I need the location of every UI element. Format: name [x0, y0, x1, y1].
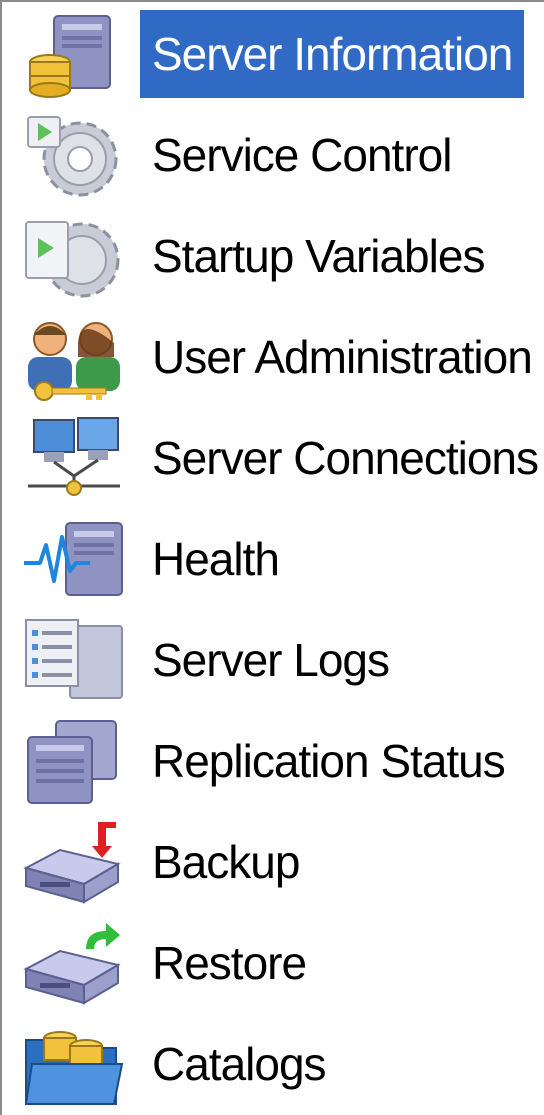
nav-item-label: User Administration: [152, 331, 533, 383]
server-database-icon: [20, 10, 128, 100]
nav-item-label: Service Control: [152, 129, 452, 181]
nav-item-restore[interactable]: Restore: [2, 911, 544, 1012]
nav-item-label: Restore: [152, 937, 307, 989]
nav-item-label: Startup Variables: [152, 230, 485, 282]
network-computers-icon: [20, 414, 128, 504]
restore-drive-icon: [20, 919, 128, 1009]
users-key-icon: [20, 313, 128, 403]
nav-item-startup-variables[interactable]: Startup Variables: [2, 204, 544, 305]
nav-item-server-logs[interactable]: Server Logs: [2, 608, 544, 709]
health-pulse-icon: [20, 515, 128, 605]
nav-item-label: Health: [152, 533, 280, 585]
nav-item-server-information[interactable]: Server Information: [2, 2, 544, 103]
service-gear-icon: [20, 111, 128, 201]
nav-item-service-control[interactable]: Service Control: [2, 103, 544, 204]
nav-item-backup[interactable]: Backup: [2, 810, 544, 911]
nav-item-user-administration[interactable]: User Administration: [2, 305, 544, 406]
nav-item-label: Catalogs: [152, 1038, 327, 1090]
nav-item-label: Backup: [152, 836, 300, 888]
nav-item-health[interactable]: Health: [2, 507, 544, 608]
navigation-panel: Server Information Service Control Start…: [0, 0, 544, 1115]
backup-drive-icon: [20, 818, 128, 908]
nav-item-catalogs[interactable]: Catalogs: [2, 1012, 544, 1113]
nav-item-server-connections[interactable]: Server Connections: [2, 406, 544, 507]
nav-item-label: Server Connections: [152, 432, 539, 484]
nav-item-label: Server Logs: [152, 634, 390, 686]
replication-servers-icon: [20, 717, 128, 807]
nav-item-label: Replication Status: [152, 735, 506, 787]
startup-gear-icon: [20, 212, 128, 302]
nav-item-replication-status[interactable]: Replication Status: [2, 709, 544, 810]
log-documents-icon: [20, 616, 128, 706]
catalogs-folder-icon: [20, 1020, 128, 1110]
nav-item-label: Server Information: [140, 10, 525, 98]
